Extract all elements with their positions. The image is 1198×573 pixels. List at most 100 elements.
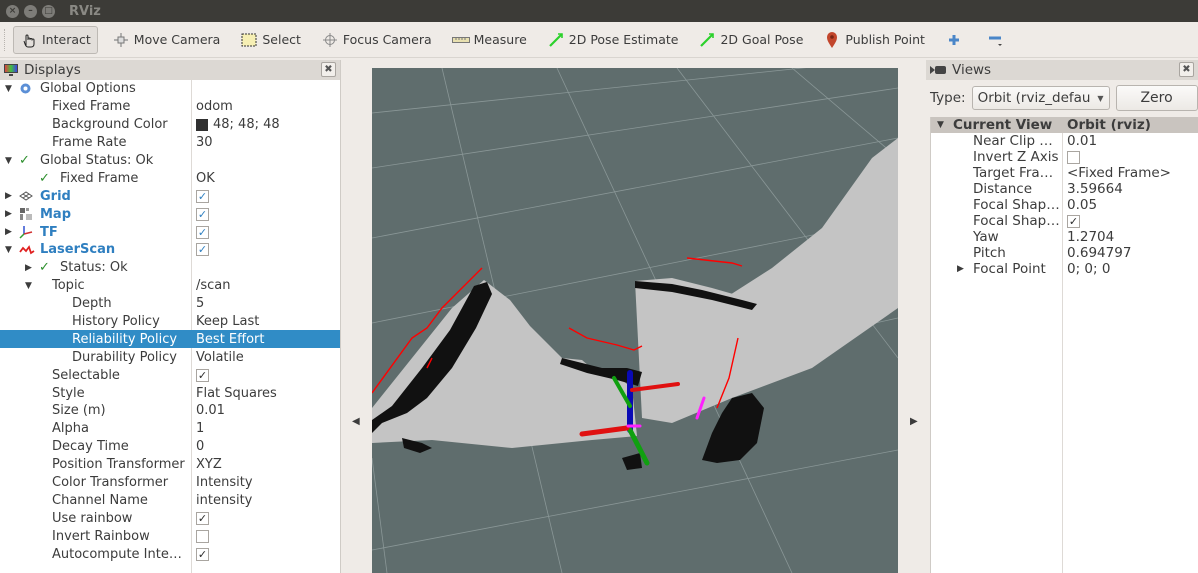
display-row[interactable]: ▼ Topic/scan	[0, 277, 340, 295]
display-row-value[interactable]: intensity	[196, 493, 252, 508]
display-row-value[interactable]: 5	[196, 296, 204, 311]
display-row[interactable]: ▶ Map ✓	[0, 205, 340, 223]
display-row-value[interactable]: Intensity	[196, 475, 253, 490]
color-swatch[interactable]	[196, 118, 208, 131]
collapse-arrow-icon[interactable]: ▶	[957, 264, 964, 274]
display-row[interactable]: Depth 5	[0, 295, 340, 313]
display-row[interactable]: Selectable ✓	[0, 366, 340, 384]
view-property-value[interactable]: 0.694797	[1067, 245, 1131, 261]
tool-2d-pose-estimate[interactable]: 2D Pose Estimate	[541, 26, 685, 54]
display-row[interactable]: Use rainbow ✓	[0, 509, 340, 527]
display-row-value[interactable]: 30	[196, 135, 213, 150]
checkbox[interactable]: ✓	[196, 207, 209, 221]
view-property-value[interactable]: 0.05	[1067, 197, 1097, 213]
collapse-arrow-icon[interactable]: ▶	[5, 209, 15, 219]
display-row[interactable]: Reliability Policy Best Effort	[0, 330, 340, 349]
checkbox[interactable]: ✓	[196, 189, 209, 203]
tool-focus-camera[interactable]: Focus Camera	[315, 26, 438, 54]
display-row[interactable]: Fixed Frame odom	[0, 98, 340, 116]
display-row[interactable]: Style Flat Squares	[0, 384, 340, 402]
tool-publish-point[interactable]: Publish Point	[817, 26, 931, 54]
view-property-value[interactable]	[1067, 150, 1080, 164]
view-property-row[interactable]: Focal Shap… ✓	[931, 213, 1198, 229]
display-row-value[interactable]: ✓	[196, 189, 209, 203]
view-property-row[interactable]: Target Fra… <Fixed Frame>	[931, 165, 1198, 181]
display-row-value[interactable]: ✓	[196, 207, 209, 221]
expand-arrow-icon[interactable]: ▼	[25, 281, 35, 291]
view-property-value[interactable]: ✓	[1067, 214, 1080, 228]
display-row[interactable]: Alpha 1	[0, 420, 340, 438]
display-row-value[interactable]: ✓	[196, 225, 209, 239]
view-property-value[interactable]: 1.2704	[1067, 229, 1114, 245]
display-row-value[interactable]: /scan	[196, 278, 231, 293]
display-row-value[interactable]: Best Effort	[196, 332, 265, 347]
display-row[interactable]: Position Transformer XYZ	[0, 456, 340, 474]
display-row-value[interactable]	[196, 529, 209, 543]
tool-move-camera[interactable]: Move Camera	[106, 26, 227, 54]
display-row-value[interactable]: 0	[196, 439, 204, 454]
view-property-value[interactable]: 0.01	[1067, 133, 1097, 149]
expand-arrow-icon[interactable]: ▼	[937, 120, 944, 130]
collapse-arrow-icon[interactable]: ▶	[5, 191, 15, 201]
collapse-arrow-icon[interactable]: ▶	[5, 227, 15, 237]
view-property-value[interactable]: 0; 0; 0	[1067, 261, 1110, 277]
display-row-value[interactable]: XYZ	[196, 457, 222, 472]
display-row[interactable]: History Policy Keep Last	[0, 313, 340, 331]
close-icon[interactable]: ✖	[1179, 62, 1194, 77]
checkbox[interactable]: ✓	[1067, 214, 1080, 228]
window-minimize-button[interactable]: –	[24, 4, 37, 18]
display-row[interactable]: Size (m) 0.01	[0, 402, 340, 420]
view-property-value[interactable]: 3.59664	[1067, 181, 1123, 197]
display-row-value[interactable]: ✓	[196, 243, 209, 257]
display-row[interactable]: Channel Name intensity	[0, 491, 340, 509]
display-row[interactable]: ✓ Fixed Frame OK	[0, 169, 340, 187]
display-row[interactable]: ▶ Grid ✓	[0, 187, 340, 205]
view-property-row[interactable]: Near Clip … 0.01	[931, 133, 1198, 149]
collapse-left-arrow-icon[interactable]: ◀	[352, 416, 360, 427]
display-row[interactable]: Frame Rate 30	[0, 134, 340, 152]
checkbox[interactable]: ✓	[196, 511, 209, 525]
expand-arrow-icon[interactable]: ▼	[5, 156, 15, 166]
display-row[interactable]: Background Color 48; 48; 48	[0, 116, 340, 134]
display-row[interactable]: Invert Rainbow	[0, 527, 340, 545]
add-tool-button[interactable]	[939, 26, 973, 54]
display-row[interactable]: ▼ Global Options	[0, 80, 340, 98]
display-row[interactable]: ▼ ✓ Global Status: Ok	[0, 152, 340, 170]
display-row[interactable]: Durability Policy Volatile	[0, 348, 340, 366]
view-property-row[interactable]: Distance 3.59664	[931, 181, 1198, 197]
display-row-value[interactable]: ✓	[196, 547, 209, 561]
display-row[interactable]: ▶ ✓ Status: Ok	[0, 259, 340, 277]
view-property-row[interactable]: ▶ Focal Point 0; 0; 0	[931, 261, 1198, 277]
window-maximize-button[interactable]: □	[42, 4, 55, 18]
expand-arrow-icon[interactable]: ▼	[5, 245, 15, 255]
tool-2d-goal-pose[interactable]: 2D Goal Pose	[692, 26, 809, 54]
view-type-dropdown[interactable]: Orbit (rviz_defau ▼	[971, 86, 1110, 110]
display-row-value[interactable]: ✓	[196, 511, 209, 525]
display-row[interactable]: Color Transformer Intensity	[0, 474, 340, 492]
display-row-value[interactable]: 0.01	[196, 403, 225, 418]
tool-interact[interactable]: Interact	[13, 25, 98, 54]
view-property-row[interactable]: Invert Z Axis	[931, 149, 1198, 165]
checkbox[interactable]: ✓	[196, 243, 209, 257]
collapse-right-arrow-icon[interactable]: ▶	[910, 416, 918, 427]
display-row-value[interactable]: odom	[196, 99, 233, 114]
close-icon[interactable]: ✖	[321, 62, 336, 77]
view-property-row[interactable]: Yaw 1.2704	[931, 229, 1198, 245]
view-property-row[interactable]: Focal Shap… 0.05	[931, 197, 1198, 213]
display-row[interactable]: Autocompute Inte… ✓	[0, 545, 340, 563]
display-row-value[interactable]: OK	[196, 171, 215, 186]
display-row-value[interactable]: 48; 48; 48	[196, 117, 280, 132]
display-row[interactable]: ▶ TF ✓	[0, 223, 340, 241]
display-row-value[interactable]: 1	[196, 421, 204, 436]
tool-measure[interactable]: Measure	[446, 26, 533, 54]
window-close-button[interactable]: ×	[6, 4, 19, 18]
collapse-arrow-icon[interactable]: ▶	[25, 263, 35, 273]
expand-arrow-icon[interactable]: ▼	[5, 84, 15, 94]
checkbox[interactable]: ✓	[196, 547, 209, 561]
tool-select[interactable]: Select	[234, 26, 307, 54]
display-row-value[interactable]: Flat Squares	[196, 386, 277, 401]
checkbox[interactable]: ✓	[196, 368, 209, 382]
remove-tool-button[interactable]	[981, 26, 1015, 54]
checkbox[interactable]	[196, 529, 209, 543]
view-property-value[interactable]: <Fixed Frame>	[1067, 165, 1171, 181]
